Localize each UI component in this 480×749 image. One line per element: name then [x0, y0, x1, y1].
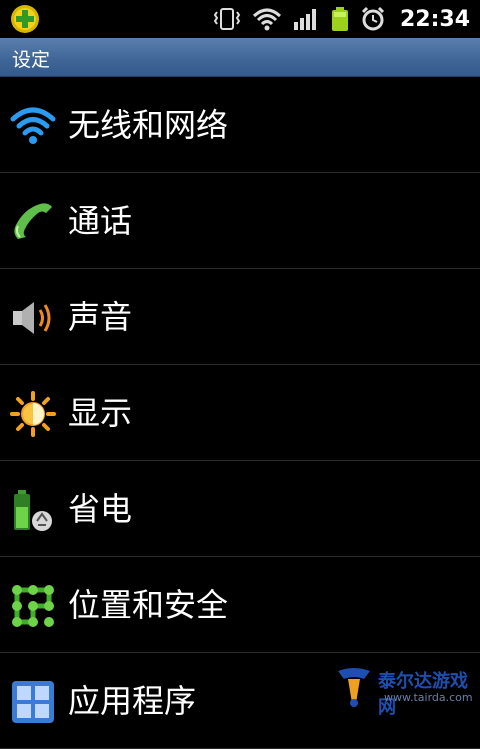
alarm-icon	[360, 6, 386, 32]
watermark: 泰尔达游戏网 www.tairda.com	[334, 663, 474, 711]
battery-recycle-icon	[10, 487, 56, 533]
add-app-icon[interactable]	[10, 4, 40, 34]
settings-item-label: 声音	[68, 297, 132, 337]
vibrate-icon	[212, 6, 242, 32]
settings-list: 无线和网络 通话 声音	[0, 77, 480, 749]
settings-item-power-saving[interactable]: 省电	[0, 461, 480, 557]
status-bar: 22:34	[0, 0, 480, 38]
settings-item-sound[interactable]: 声音	[0, 269, 480, 365]
settings-item-label: 显示	[68, 393, 132, 433]
settings-item-label: 通话	[68, 201, 132, 241]
settings-item-label: 省电	[68, 489, 132, 529]
wifi-icon	[10, 103, 56, 149]
applications-icon	[10, 679, 56, 725]
wifi-icon	[252, 6, 282, 32]
watermark-url: www.tairda.com	[384, 691, 473, 704]
phone-icon	[10, 199, 56, 245]
page-title: 设定	[12, 45, 50, 72]
battery-icon	[330, 6, 350, 32]
lock-pattern-icon	[10, 583, 56, 629]
clock: 22:34	[400, 7, 470, 32]
brightness-icon	[10, 391, 56, 437]
tairda-logo-icon	[334, 665, 374, 709]
signal-icon	[292, 6, 320, 32]
settings-item-location-security[interactable]: 位置和安全	[0, 557, 480, 653]
settings-item-display[interactable]: 显示	[0, 365, 480, 461]
settings-item-label: 应用程序	[68, 681, 196, 721]
title-bar: 设定	[0, 38, 480, 77]
settings-item-call[interactable]: 通话	[0, 173, 480, 269]
settings-item-label: 无线和网络	[68, 105, 228, 145]
settings-item-label: 位置和安全	[68, 585, 228, 625]
settings-item-wireless[interactable]: 无线和网络	[0, 77, 480, 173]
speaker-icon	[10, 295, 56, 341]
